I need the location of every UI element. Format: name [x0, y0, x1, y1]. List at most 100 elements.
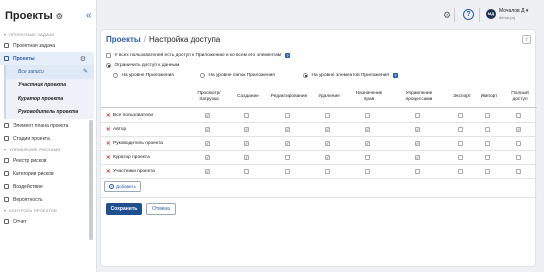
permission-checkbox[interactable]: [365, 113, 370, 118]
permission-checkbox[interactable]: ✓: [205, 169, 210, 174]
permission-checkbox[interactable]: [516, 113, 521, 118]
cancel-button[interactable]: Отмена: [146, 203, 176, 215]
checkbox-all-users[interactable]: [106, 53, 111, 58]
permission-checkbox[interactable]: [458, 155, 463, 160]
permission-checkbox[interactable]: ✓: [205, 113, 210, 118]
sidebar-subitem-participant[interactable]: Участник проекта: [4, 78, 94, 92]
sidebar-item-plan-element[interactable]: Элемент плана проекта: [0, 119, 94, 132]
section-project-control[interactable]: ▾ Контроль проектов: [0, 206, 94, 215]
settings-icon[interactable]: ⚙: [80, 55, 86, 63]
sidebar: Проекты ⚙ « ▾ Проектные задачи Проектная …: [0, 0, 97, 272]
permission-checkbox[interactable]: [458, 113, 463, 118]
permission-checkbox[interactable]: [365, 169, 370, 174]
remove-row-icon[interactable]: ✕: [106, 127, 111, 133]
sidebar-subitem-manager[interactable]: Руководитель проекта: [4, 105, 94, 119]
divider: [454, 8, 455, 22]
permission-checkbox[interactable]: [285, 155, 290, 160]
permission-checkbox[interactable]: [244, 113, 249, 118]
permission-checkbox[interactable]: ✓: [285, 127, 290, 132]
column-header: Назначение прав: [355, 91, 383, 102]
permission-checkbox[interactable]: [485, 127, 490, 132]
sidebar-item-report[interactable]: Отчет: [0, 215, 94, 228]
gear-icon[interactable]: ⚙: [56, 12, 63, 21]
breadcrumb-link-projects[interactable]: Проекты: [106, 35, 141, 44]
add-button[interactable]: + Добавить: [104, 181, 141, 192]
sidebar-item-projects[interactable]: Проекты ⚙: [0, 52, 94, 65]
divider: [101, 197, 537, 198]
permission-checkbox[interactable]: ✓: [244, 155, 249, 160]
level-app[interactable]: На уровне Приложения: [113, 73, 174, 78]
section-project-tasks[interactable]: ▾ Проектные задачи: [0, 30, 94, 39]
remove-row-icon[interactable]: ✕: [106, 155, 111, 161]
permission-checkbox[interactable]: [415, 169, 420, 174]
radio-level-elements[interactable]: [303, 73, 308, 78]
permission-checkbox[interactable]: ✓: [285, 141, 290, 146]
sidebar-item-project-task[interactable]: Проектная задача: [0, 39, 94, 52]
help-icon[interactable]: ?: [285, 53, 291, 58]
sidebar-item-probability[interactable]: Вероятность: [0, 193, 94, 206]
table-row: ✕ Участники проекта ✓: [101, 165, 537, 179]
level-folders[interactable]: На уровне папок Приложения: [200, 73, 275, 78]
permission-checkbox[interactable]: ✓: [325, 127, 330, 132]
avatar[interactable]: МД: [486, 9, 496, 19]
permission-checkbox[interactable]: ✓: [415, 155, 420, 160]
permission-checkbox[interactable]: ✓: [325, 141, 330, 146]
remove-row-icon[interactable]: ✕: [106, 113, 111, 119]
permission-checkbox[interactable]: [458, 141, 463, 146]
option-all-users[interactable]: У всех пользователей есть доступ к Прило…: [106, 53, 291, 58]
permission-checkbox[interactable]: [325, 169, 330, 174]
sidebar-subitem-all-records[interactable]: Все записи ✎: [4, 65, 94, 79]
permission-checkbox[interactable]: ✓: [365, 127, 370, 132]
permission-checkbox[interactable]: [325, 113, 330, 118]
permission-checkbox[interactable]: [485, 169, 490, 174]
permission-checkbox[interactable]: ✓: [325, 155, 330, 160]
permission-checkbox[interactable]: [458, 169, 463, 174]
permission-checkbox[interactable]: ✓: [415, 141, 420, 146]
list-icon: [4, 123, 9, 128]
help-icon[interactable]: ?: [463, 9, 474, 20]
level-elements[interactable]: На уровне элементов Приложения ?: [303, 73, 399, 78]
table-row: ✕ Автор ✓ ✓ ✓ ✓ ✓ ✓ ✓: [101, 123, 537, 137]
permission-checkbox[interactable]: ✓: [244, 141, 249, 146]
help-icon[interactable]: ?: [393, 73, 399, 78]
permission-checkbox[interactable]: [365, 155, 370, 160]
remove-row-icon[interactable]: ✕: [106, 141, 111, 147]
permission-checkbox[interactable]: ✓: [205, 155, 210, 160]
pencil-icon[interactable]: ✎: [83, 68, 88, 75]
permission-checkbox[interactable]: [485, 155, 490, 160]
permission-checkbox[interactable]: ✓: [244, 127, 249, 132]
permission-checkbox[interactable]: [485, 141, 490, 146]
permission-checkbox[interactable]: [516, 141, 521, 146]
radio-restrict[interactable]: [106, 63, 111, 68]
permission-checkbox[interactable]: [516, 169, 521, 174]
permission-checkbox[interactable]: [244, 169, 249, 174]
radio-level-folders[interactable]: [200, 73, 205, 78]
save-button[interactable]: Сохранить: [106, 203, 142, 215]
option-restrict[interactable]: Ограничить доступ к данным: [106, 63, 179, 68]
permission-checkbox[interactable]: [516, 155, 521, 160]
section-risk-management[interactable]: ▾ Управление рисками: [0, 145, 94, 154]
pin-icon[interactable]: ⇧: [522, 35, 531, 44]
user-name[interactable]: Мочалов Д ▾: [499, 8, 528, 14]
permission-checkbox[interactable]: ✓: [365, 141, 370, 146]
remove-row-icon[interactable]: ✕: [106, 169, 111, 175]
permission-checkbox[interactable]: ✓: [205, 141, 210, 146]
sidebar-item-risk-categories[interactable]: Категории рисков: [0, 167, 94, 180]
permission-checkbox[interactable]: ✓: [415, 127, 420, 132]
sidebar-subitem-curator[interactable]: Куратор проекта: [4, 92, 94, 106]
gear-icon[interactable]: ⚙: [443, 10, 451, 21]
permission-checkbox[interactable]: [458, 127, 463, 132]
permission-checkbox[interactable]: [285, 169, 290, 174]
permission-checkbox[interactable]: [285, 113, 290, 118]
permission-checkbox[interactable]: [415, 113, 420, 118]
sidebar-scrollbar[interactable]: [89, 120, 93, 240]
sidebar-item-risk-register[interactable]: Реестр рисков: [0, 154, 94, 167]
collapse-sidebar-icon[interactable]: «: [86, 10, 92, 21]
permission-checkbox[interactable]: ✓: [516, 127, 521, 132]
chevron-down-icon: ▾: [4, 208, 7, 213]
sidebar-item-impact[interactable]: Воздействие: [0, 180, 94, 193]
permission-checkbox[interactable]: ✓: [205, 127, 210, 132]
radio-level-app[interactable]: [113, 73, 118, 78]
permission-checkbox[interactable]: [485, 113, 490, 118]
sidebar-item-stages[interactable]: Стадии проекта: [0, 132, 94, 145]
